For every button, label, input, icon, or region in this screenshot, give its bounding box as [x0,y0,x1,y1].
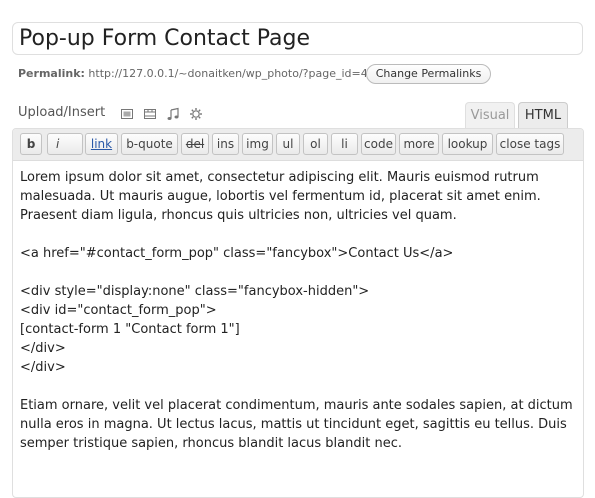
content-line: <div style="display:none" class="fancybo… [20,284,370,299]
del-button[interactable]: del [181,133,209,155]
blockquote-button[interactable]: b-quote [121,133,178,155]
more-button[interactable]: more [399,133,439,155]
title-input[interactable]: Pop-up Form Contact Page [19,26,576,52]
content-paragraph: Lorem ipsum dolor sit amet, consectetur … [20,170,545,223]
image-icon[interactable] [120,107,134,121]
content-line: <div id="contact_form_pop"> [20,303,217,318]
ins-button[interactable]: ins [212,133,239,155]
ul-button[interactable]: ul [276,133,300,155]
upload-insert-label: Upload/Insert [18,105,106,120]
content-paragraph: Etiam ornare, velit vel placerat condime… [20,398,577,451]
content-line: </div> [20,360,66,375]
tab-html[interactable]: HTML [518,102,568,130]
link-button[interactable]: link [85,133,118,155]
permalink-label: Permalink: [18,67,85,80]
media-icon[interactable] [189,107,203,121]
quicktags-toolbar: b i link b-quote del ins img ul ol li co… [13,129,583,161]
li-button[interactable]: li [331,133,358,155]
content-line: <a href="#contact_form_pop" class="fancy… [20,246,454,261]
audio-icon[interactable] [166,107,180,121]
code-button[interactable]: code [361,133,396,155]
lookup-button[interactable]: lookup [442,133,493,155]
content-textarea[interactable]: Lorem ipsum dolor sit amet, consectetur … [20,168,575,453]
permalink-url: http://127.0.0.1/~donaitken/wp_photo/?pa… [88,67,368,80]
permalink-row: Permalink: http://127.0.0.1/~donaitken/w… [18,66,368,82]
content-line: [contact-form 1 "Contact form 1"] [20,322,240,337]
editor-area: b i link b-quote del ins img ul ol li co… [12,128,584,498]
img-button[interactable]: img [242,133,273,155]
tab-visual[interactable]: Visual [465,102,515,130]
ol-button[interactable]: ol [303,133,328,155]
content-line: </div> [20,341,66,356]
italic-button[interactable]: i [47,133,83,155]
change-permalinks-button[interactable]: Change Permalinks [366,64,491,84]
bold-button[interactable]: b [20,133,42,155]
title-field[interactable]: Pop-up Form Contact Page [12,22,583,55]
close-tags-button[interactable]: close tags [496,133,564,155]
video-icon[interactable] [143,107,157,121]
